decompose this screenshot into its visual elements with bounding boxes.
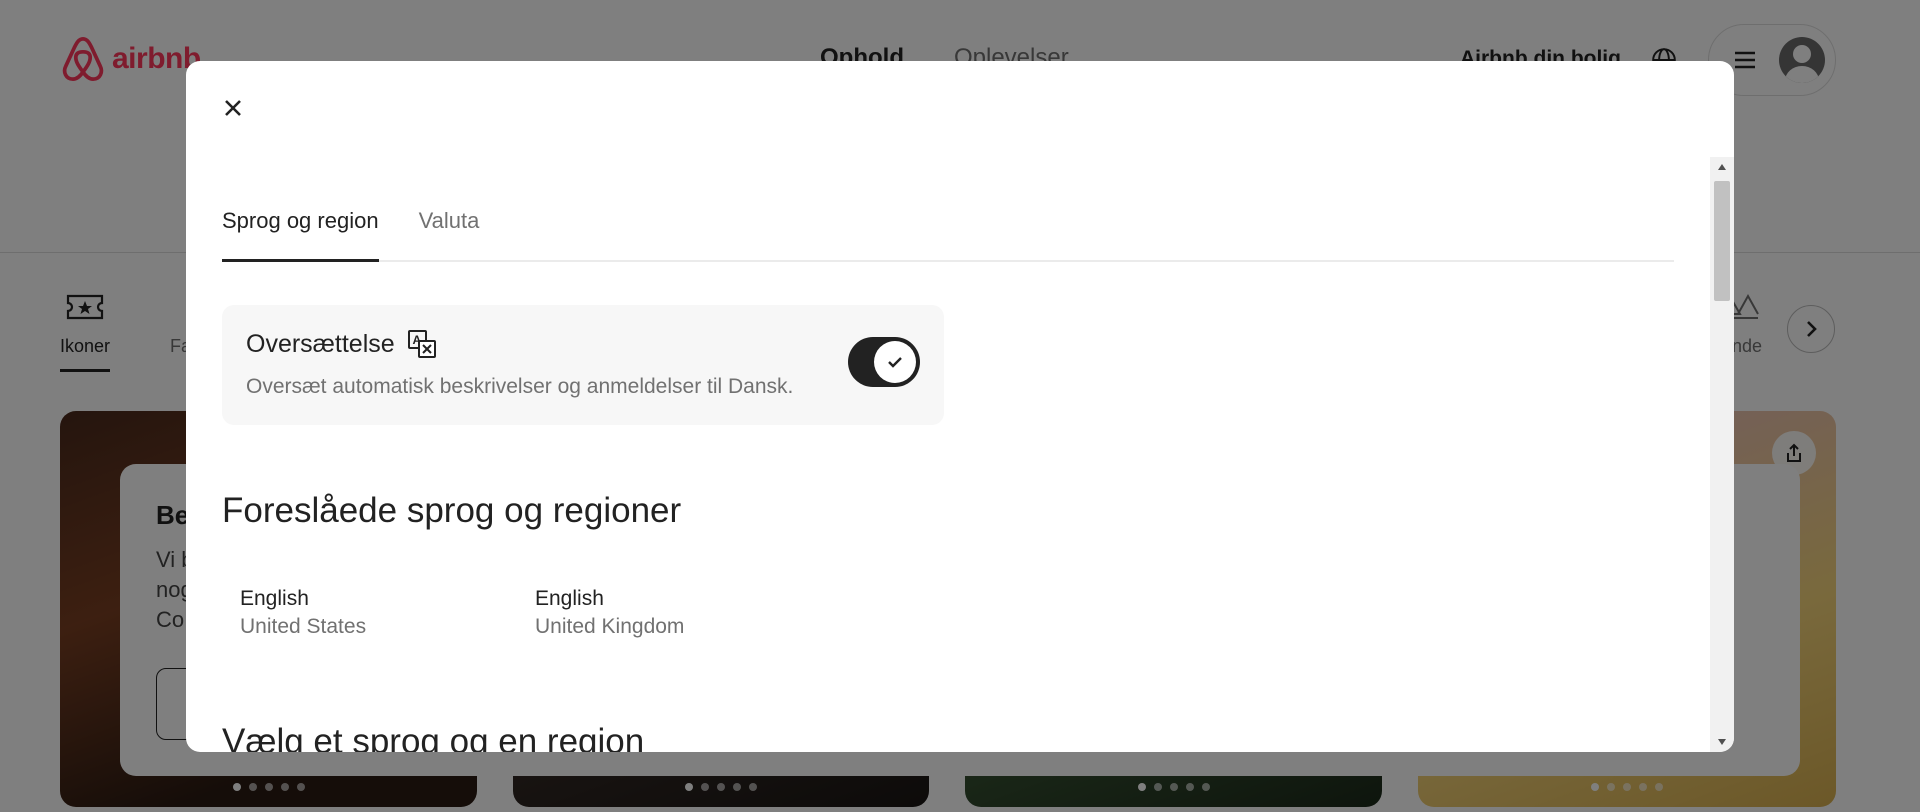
tab-currency[interactable]: Valuta	[419, 185, 480, 262]
close-icon	[225, 100, 241, 116]
scroll-up-arrow[interactable]	[1710, 157, 1734, 177]
tab-language-region[interactable]: Sprog og region	[222, 185, 379, 262]
language-name: English	[240, 587, 309, 610]
caret-down-icon	[1718, 739, 1726, 745]
translate-icon: A	[407, 330, 436, 358]
modal-scrollbar[interactable]	[1710, 157, 1734, 752]
modal-tabs: Sprog og region Valuta	[222, 185, 1674, 262]
scroll-down-arrow[interactable]	[1710, 732, 1734, 752]
choose-heading: Vælg et sprog og en region	[222, 722, 645, 752]
modal-scroll-content: Sprog og region Valuta Oversættelse A Ov…	[186, 157, 1710, 752]
language-region: United Kingdom	[535, 615, 685, 638]
toggle-knob	[874, 341, 916, 383]
translation-description: Oversæt automatisk beskrivelser og anmel…	[246, 375, 794, 398]
language-name: English	[535, 587, 604, 610]
language-region-modal: Sprog og region Valuta Oversættelse A Ov…	[186, 61, 1734, 752]
suggested-heading: Foreslåede sprog og regioner	[222, 491, 682, 530]
caret-up-icon	[1718, 164, 1726, 170]
language-option-en-gb[interactable]: English United Kingdom	[517, 579, 787, 649]
translation-toggle[interactable]	[848, 337, 920, 387]
scrollbar-thumb[interactable]	[1714, 181, 1730, 301]
language-option-en-us[interactable]: English United States	[222, 579, 492, 649]
translation-title-row: Oversættelse A	[246, 329, 437, 359]
language-region: United States	[240, 615, 367, 638]
check-icon	[888, 357, 902, 368]
close-button[interactable]	[212, 87, 254, 129]
translation-title: Oversættelse	[246, 329, 395, 358]
translation-setting: Oversættelse A Oversæt automatisk beskri…	[222, 305, 944, 425]
